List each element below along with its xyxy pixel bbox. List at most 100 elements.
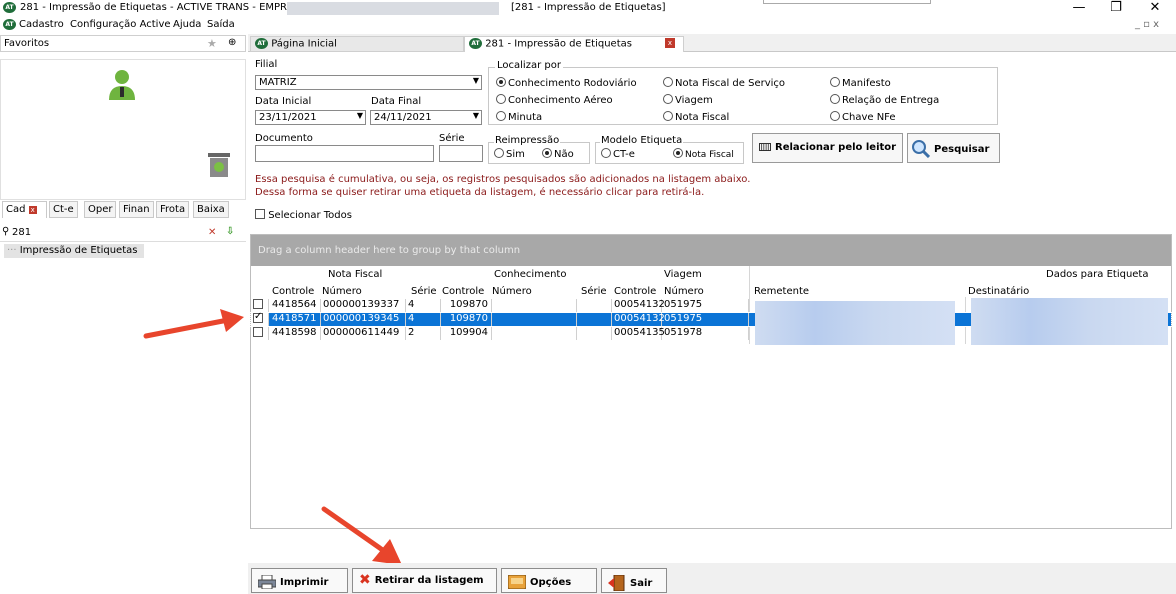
tab-impressao-etiquetas[interactable]: AT 281 - Impressão de Etiquetas [464, 36, 684, 52]
radio-manifesto[interactable]: Manifesto [830, 77, 891, 89]
minimize-button[interactable]: — [1064, 0, 1094, 17]
radio-modelo-cte[interactable]: CT-e [601, 148, 635, 160]
radio-relacao-entrega[interactable]: Relação de Entrega [830, 94, 939, 106]
radio-viagem[interactable]: Viagem [663, 94, 713, 106]
maximize-button[interactable]: ❐ [1101, 0, 1131, 17]
document-tabs: AT Página Inicial AT 281 - Impressão de … [248, 34, 1176, 52]
col-vg-controle[interactable]: Controle [614, 286, 656, 297]
info-text-line2: Dessa forma se quiser retirar uma etique… [255, 187, 705, 198]
tab-baixa[interactable]: Baixa [193, 201, 229, 218]
menu-ajuda[interactable]: Ajuda [173, 19, 201, 30]
tab-cad[interactable]: Cad x [2, 201, 47, 218]
sair-button[interactable]: Sair [601, 568, 667, 593]
pin-icon[interactable]: ⊕ [228, 37, 236, 48]
mdi-window-controls[interactable]: _ ▫ x [1135, 19, 1159, 30]
redacted-destinatario [971, 298, 1168, 345]
data-final-input[interactable]: 24/11/2021 ▼ [370, 110, 482, 125]
tab-active-logo-icon: AT [469, 38, 482, 49]
col-vg-numero[interactable]: Número [664, 286, 704, 297]
tree-item-impressao-etiquetas[interactable]: ··· Impressão de Etiquetas [4, 244, 144, 258]
favorites-panel [0, 59, 246, 200]
chevron-down-icon: ▼ [356, 111, 363, 120]
menu-saida[interactable]: Saída [207, 19, 235, 30]
clear-search-icon[interactable]: ✕ [208, 227, 216, 238]
radio-nota-fiscal-servico[interactable]: Nota Fiscal de Serviço [663, 77, 785, 89]
data-inicial-input[interactable]: 23/11/2021 ▼ [255, 110, 366, 125]
data-inicial-label: Data Inicial [255, 96, 312, 107]
window-title: 281 - Impressão de Etiquetas - ACTIVE TR… [20, 2, 310, 13]
info-text-line1: Essa pesquisa é cumulativa, ou seja, os … [255, 174, 751, 185]
imprimir-button[interactable]: Imprimir [251, 568, 348, 593]
col-nf-controle[interactable]: Controle [272, 286, 314, 297]
band-dados-etiqueta: Dados para Etiqueta [1046, 269, 1149, 280]
tab-oper[interactable]: Oper [84, 201, 117, 218]
col-ct-controle[interactable]: Controle [442, 286, 484, 297]
radio-conhecimento-aereo[interactable]: Conhecimento Aéreo [496, 94, 613, 106]
close-tab-icon[interactable]: x [665, 38, 675, 48]
serie-label: Série [439, 133, 465, 144]
recycle-bin-icon[interactable] [207, 152, 231, 178]
data-final-label: Data Final [371, 96, 422, 107]
menu-logo-icon: AT [3, 19, 16, 30]
documento-label: Documento [255, 133, 313, 144]
tab-frota[interactable]: Frota [156, 201, 190, 218]
radio-reimpressao-sim[interactable]: Sim [494, 148, 525, 160]
menu-bar: AT Cadastro Configuração Active Ajuda Sa… [0, 17, 1176, 33]
col-nf-serie[interactable]: Série [411, 286, 437, 297]
title-bar: AT 281 - Impressão de Etiquetas - ACTIVE… [0, 0, 1176, 17]
band-nota-fiscal: Nota Fiscal [328, 269, 383, 280]
left-module-tabs: Cad x Ct-e Oper Finan Frota Baixa [0, 201, 246, 218]
window-title-tab: [281 - Impressão de Etiquetas] [511, 2, 666, 13]
relacionar-leitor-button[interactable]: |||| Relacionar pelo leitor [752, 133, 903, 163]
annotation-arrow-icon [143, 309, 244, 339]
barcode-icon: |||| [759, 143, 771, 151]
opcoes-button[interactable]: Opções [501, 568, 597, 593]
annotation-arrow-icon [321, 506, 402, 565]
radio-reimpressao-nao[interactable]: Não [542, 148, 574, 160]
band-viagem: Viagem [664, 269, 702, 280]
radio-conhecimento-rodoviario[interactable]: Conhecimento Rodoviário [496, 77, 637, 89]
bottom-toolbar: Imprimir ✖ Retirar da listagem Opções Sai… [248, 563, 1176, 594]
redacted-company-name [287, 2, 499, 15]
module-search-input[interactable]: 281 [12, 227, 31, 238]
search-go-icon[interactable]: ⇩ [226, 226, 234, 237]
retirar-listagem-button[interactable]: ✖ Retirar da listagem [352, 568, 497, 593]
tab-finan[interactable]: Finan [119, 201, 154, 218]
menu-configuracao-active[interactable]: Configuração Active [70, 19, 171, 30]
search-icon: ⚲ [2, 226, 10, 237]
row-checkbox[interactable] [253, 299, 263, 309]
pesquisar-button[interactable]: Pesquisar [907, 133, 1000, 163]
documento-input[interactable] [255, 145, 434, 162]
app-logo-icon: AT [3, 2, 16, 13]
close-window-button[interactable]: ✕ [1140, 0, 1170, 17]
select-all-checkbox[interactable]: Selecionar Todos [255, 209, 352, 221]
tab-close-icon[interactable]: x [28, 206, 37, 214]
modelo-etiqueta-label: Modelo Etiqueta [600, 135, 684, 146]
magnifier-icon [912, 140, 930, 158]
printer-icon [258, 575, 276, 589]
favorites-star-icon[interactable]: ★ [207, 37, 217, 50]
radio-nota-fiscal[interactable]: Nota Fiscal [663, 111, 729, 123]
filial-select[interactable]: MATRIZ ▼ [255, 75, 482, 90]
menu-cadastro[interactable]: Cadastro [19, 19, 64, 30]
favorites-header: Favoritos ★ ⊕ [0, 35, 246, 52]
title-search-edge [763, 0, 931, 4]
group-by-bar[interactable]: Drag a column header here to group by th… [251, 235, 1171, 266]
col-ct-numero[interactable]: Número [492, 286, 532, 297]
tab-pagina-inicial[interactable]: AT Página Inicial [250, 36, 464, 52]
row-checkbox[interactable] [253, 327, 263, 337]
module-search: ⚲ 281 ✕ ⇩ [0, 225, 246, 242]
results-grid: Drag a column header here to group by th… [250, 234, 1172, 529]
col-destinatario[interactable]: Destinatário [968, 286, 1029, 297]
serie-input[interactable] [439, 145, 483, 162]
radio-chave-nfe[interactable]: Chave NFe [830, 111, 896, 123]
radio-modelo-nota-fiscal[interactable]: Nota Fiscal [673, 148, 734, 160]
chevron-down-icon: ▼ [472, 76, 479, 85]
col-ct-serie[interactable]: Série [581, 286, 607, 297]
col-nf-numero[interactable]: Número [322, 286, 362, 297]
col-remetente[interactable]: Remetente [754, 286, 809, 297]
radio-minuta[interactable]: Minuta [496, 111, 542, 123]
options-icon [508, 575, 526, 589]
tab-cte[interactable]: Ct-e [49, 201, 78, 218]
row-checkbox-checked[interactable] [253, 311, 263, 323]
